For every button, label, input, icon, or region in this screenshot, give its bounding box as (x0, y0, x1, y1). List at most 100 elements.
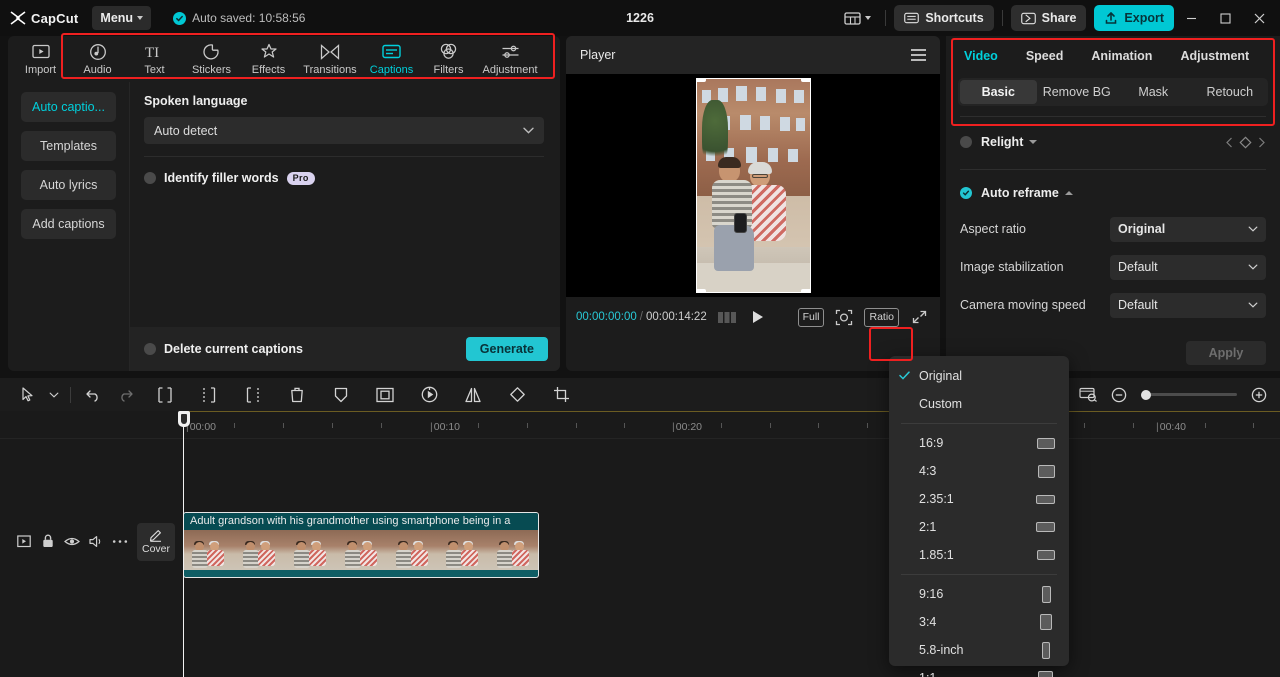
close-button[interactable] (1242, 3, 1276, 33)
timeline-clip[interactable]: Adult grandson with his grandmother usin… (183, 512, 539, 578)
timeline-ruler[interactable]: |00:00 |00:10 |00:20 |00:40 (0, 411, 1280, 439)
spoken-language-select[interactable]: Auto detect (144, 117, 544, 144)
tab-filters[interactable]: Filters (420, 37, 477, 81)
redo-icon[interactable] (109, 382, 141, 408)
auto-reframe-label: Auto reframe (981, 186, 1059, 200)
auto-reframe-checkbox[interactable] (960, 187, 972, 199)
select-cursor-icon[interactable] (12, 382, 44, 408)
zoom-out-icon[interactable] (1108, 382, 1130, 408)
menu-item-4-3[interactable]: 4:3 (889, 457, 1069, 485)
sidebar-item-auto-lyrics[interactable]: Auto lyrics (21, 170, 116, 200)
chevron-down-icon[interactable] (1029, 140, 1038, 144)
menu-item-1-1[interactable]: 1:1 (889, 664, 1069, 677)
maximize-button[interactable] (1208, 3, 1242, 33)
tab-adjustment[interactable]: Adjustment (477, 37, 543, 81)
timeline[interactable]: |00:00 |00:10 |00:20 |00:40 Cover Adult … (0, 411, 1280, 677)
lock-icon[interactable] (36, 534, 60, 548)
subtab-retouch[interactable]: Retouch (1192, 80, 1269, 104)
ratio-button[interactable]: Ratio (864, 307, 899, 327)
relight-row[interactable]: Relight (946, 125, 1280, 159)
sidebar-item-add-captions[interactable]: Add captions (21, 209, 116, 239)
subtab-basic[interactable]: Basic (960, 80, 1037, 104)
freeze-frame-icon[interactable] (369, 382, 401, 408)
resize-handle-top-left[interactable] (695, 78, 706, 82)
video-preview[interactable] (695, 78, 811, 293)
sidebar-item-templates[interactable]: Templates (21, 131, 116, 161)
menu-item-16-9[interactable]: 16:9 (889, 429, 1069, 457)
play-button[interactable] (747, 307, 769, 327)
relight-toggle[interactable] (960, 136, 972, 148)
timeline-zoom-slider[interactable] (1141, 389, 1237, 400)
zoom-fit-icon[interactable] (833, 307, 855, 327)
aspect-ratio-select[interactable]: Original (1110, 216, 1266, 242)
identify-filler-words-row[interactable]: Identify filler words Pro (144, 171, 544, 185)
minimize-button[interactable] (1174, 3, 1208, 33)
apply-button[interactable]: Apply (1186, 341, 1266, 365)
tab-audio[interactable]: Audio (69, 37, 126, 81)
tab-animation[interactable]: Animation (1077, 49, 1166, 63)
tab-adjustment[interactable]: Adjustment (1166, 49, 1263, 63)
menu-item-9-16[interactable]: 9:16 (889, 580, 1069, 608)
delete-icon[interactable] (281, 382, 313, 408)
chevron-up-icon[interactable] (1064, 191, 1073, 195)
auto-reframe-row[interactable]: Auto reframe (946, 176, 1280, 210)
eye-icon[interactable] (60, 536, 84, 547)
playhead[interactable] (177, 411, 190, 677)
tab-captions[interactable]: Captions (363, 37, 420, 81)
subtab-remove-bg[interactable]: Remove BG (1039, 80, 1116, 104)
track-video-icon[interactable] (12, 534, 36, 548)
cover-button[interactable]: Cover (137, 523, 175, 561)
menu-item-custom[interactable]: Custom (889, 390, 1069, 418)
player-menu-icon[interactable] (911, 49, 926, 61)
menu-item-58-inch[interactable]: 5.8-inch (889, 636, 1069, 664)
playhead-handle[interactable] (177, 411, 190, 427)
volume-icon[interactable] (84, 535, 108, 548)
tab-stickers[interactable]: Stickers (183, 37, 240, 81)
tab-speed[interactable]: Speed (1012, 49, 1078, 63)
zoom-in-icon[interactable] (1248, 382, 1270, 408)
resize-handle-top-right[interactable] (800, 78, 811, 82)
speed-icon[interactable] (413, 382, 445, 408)
rotate-icon[interactable] (501, 382, 533, 408)
share-button[interactable]: Share (1010, 5, 1087, 31)
menu-item-2-1[interactable]: 2:1 (889, 513, 1069, 541)
zoom-slider-handle[interactable] (1141, 389, 1151, 400)
full-quality-button[interactable]: Full (797, 307, 825, 327)
keyframe-nav[interactable] (1225, 135, 1266, 149)
split-icon[interactable] (149, 382, 181, 408)
layout-switch-button[interactable] (838, 7, 877, 30)
storyboard-icon[interactable] (716, 307, 738, 327)
image-stabilization-select[interactable]: Default (1110, 254, 1266, 280)
more-icon[interactable] (108, 539, 132, 544)
resize-handle-bottom-left[interactable] (695, 289, 706, 293)
subtab-mask[interactable]: Mask (1115, 80, 1192, 104)
tab-transitions[interactable]: Transitions (297, 37, 363, 81)
undo-icon[interactable] (77, 382, 109, 408)
menu-item-3-4[interactable]: 3:4 (889, 608, 1069, 636)
shortcuts-button[interactable]: Shortcuts (894, 5, 994, 31)
identify-filler-words-checkbox[interactable] (144, 172, 156, 184)
tab-video[interactable]: Video (958, 49, 1012, 63)
menu-button[interactable]: Menu (92, 6, 152, 30)
camera-moving-speed-select[interactable]: Default (1110, 292, 1266, 318)
menu-item-185-1[interactable]: 1.85:1 (889, 541, 1069, 569)
tab-text[interactable]: TI Text (126, 37, 183, 81)
resize-handle-bottom-right[interactable] (800, 289, 811, 293)
sidebar-item-auto-captions[interactable]: Auto captio... (21, 92, 116, 122)
trim-right-icon[interactable] (237, 382, 269, 408)
tab-import[interactable]: Import (12, 37, 69, 81)
crop-icon[interactable] (545, 382, 577, 408)
timeline-preview-icon[interactable] (1072, 382, 1104, 408)
mask-icon[interactable] (325, 382, 357, 408)
export-button[interactable]: Export (1094, 5, 1174, 31)
delete-current-captions-checkbox[interactable] (144, 343, 156, 355)
fullscreen-icon[interactable] (908, 307, 930, 327)
generate-button[interactable]: Generate (465, 337, 548, 361)
menu-item-original[interactable]: Original (889, 362, 1069, 390)
menu-item-235-1[interactable]: 2.35:1 (889, 485, 1069, 513)
trim-left-icon[interactable] (193, 382, 225, 408)
tab-effects[interactable]: Effects (240, 37, 297, 81)
mirror-icon[interactable] (457, 382, 489, 408)
aspect-ratio-dropdown[interactable]: Original Custom 16:9 4:3 2.35:1 2:1 1.85… (889, 356, 1069, 677)
chevron-down-icon[interactable] (44, 382, 64, 408)
